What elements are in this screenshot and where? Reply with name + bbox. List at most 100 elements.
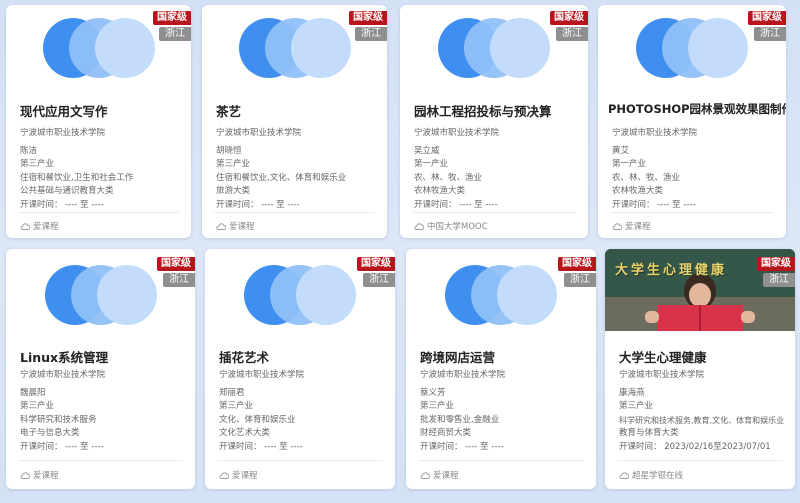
course-card[interactable]: 国家级 浙江 现代应用文写作 宁波城市职业技术学院 陈洁 第三产业 住宿和餐饮业…: [6, 5, 191, 238]
region-badge: 浙江: [159, 27, 191, 41]
course-card[interactable]: 国家级 浙江 跨境网店运营 宁波城市职业技术学院 蔡义芳 第三产业 批发和零售业…: [406, 249, 596, 489]
course-info: 宁波城市职业技术学院 胡晓恒 第三产业 住宿和餐饮业,文化、体育和娱乐业 旅游大…: [216, 127, 346, 213]
teacher-name: 康海燕: [619, 387, 645, 398]
industry-label: 第一产业: [612, 159, 647, 170]
course-title[interactable]: Linux系统管理: [20, 347, 108, 366]
course-card[interactable]: 国家级 浙江 插花艺术 宁波城市职业技术学院 郑丽君 第三产业 文化、体育和娱乐…: [205, 249, 395, 489]
field-label: 住宿和餐饮业,卫生和社会工作: [20, 172, 134, 183]
cloud-icon: [612, 223, 622, 230]
course-title[interactable]: 现代应用文写作: [20, 101, 108, 120]
divider: [18, 212, 179, 213]
teacher-name: 陈洁: [20, 145, 38, 156]
field-label: 农、林、牧、渔业: [612, 172, 681, 183]
course-title[interactable]: PHOTOSHOP园林景观效果图制作: [608, 101, 786, 117]
category-label: 农林牧渔大类: [612, 186, 664, 197]
category-label: 财经商贸大类: [420, 428, 472, 439]
school-name: 宁波城市职业技术学院: [20, 370, 106, 380]
school-name: 宁波城市职业技术学院: [216, 128, 302, 138]
region-badge: 浙江: [556, 27, 588, 41]
course-info: 宁波城市职业技术学院 吴立威 第一产业 农、林、牧、渔业 农林牧渔大类 开课时间…: [414, 127, 499, 213]
open-time: 开课时间： ---- 至 ----: [216, 199, 300, 210]
teacher-name: 吴立威: [414, 145, 440, 156]
course-card[interactable]: 国家级 浙江 PHOTOSHOP园林景观效果图制作 宁波城市职业技术学院 黄艾 …: [598, 5, 786, 238]
industry-label: 第三产业: [216, 159, 251, 170]
region-badge: 浙江: [355, 27, 387, 41]
level-badge: 国家级: [153, 11, 191, 25]
region-badge: 浙江: [163, 273, 195, 287]
region-badge: 浙江: [763, 273, 795, 287]
cloud-icon: [20, 223, 30, 230]
course-title[interactable]: 跨境网店运营: [420, 347, 495, 366]
course-card[interactable]: 国家级 浙江 茶艺 宁波城市职业技术学院 胡晓恒 第三产业 住宿和餐饮业,文化、…: [202, 5, 387, 238]
category-label: 文化艺术大类: [219, 428, 271, 439]
platform-link[interactable]: 爱课程: [216, 220, 255, 232]
field-label: 住宿和餐饮业,文化、体育和娱乐业: [216, 172, 347, 183]
category-label: 公共基础与通识教育大类: [20, 186, 114, 197]
region-badge: 浙江: [754, 27, 786, 41]
open-time: 开课时间： ---- 至 ----: [612, 199, 696, 210]
open-time: 开课时间： 2023/02/16至2023/07/01: [619, 441, 771, 452]
course-card[interactable]: 大学生心理健康 国家级 浙江 大学生心理健康 宁波城市职业技术学院 康海燕 第三…: [605, 249, 795, 489]
platform-link[interactable]: 超星学银在线: [619, 469, 683, 481]
course-card[interactable]: 国家级 浙江 园林工程招投标与预决算 宁波城市职业技术学院 吴立威 第一产业 农…: [400, 5, 588, 238]
platform-link[interactable]: 爱课程: [219, 469, 258, 481]
platform-link[interactable]: 中国大学MOOC: [414, 220, 488, 232]
open-time: 开课时间： ---- 至 ----: [20, 441, 104, 452]
divider: [18, 460, 183, 461]
teacher-name: 魏晨阳: [20, 387, 46, 398]
platform-link[interactable]: 爱课程: [20, 220, 59, 232]
course-info: 宁波城市职业技术学院 蔡义芳 第三产业 批发和零售业,金融业 财经商贸大类 开课…: [420, 369, 505, 455]
open-time: 开课时间： ---- 至 ----: [414, 199, 498, 210]
course-info: 宁波城市职业技术学院 陈洁 第三产业 住宿和餐饮业,卫生和社会工作 公共基础与通…: [20, 127, 133, 213]
category-label: 教育与体育大类: [619, 428, 679, 439]
school-name: 宁波城市职业技术学院: [612, 128, 698, 138]
school-name: 宁波城市职业技术学院: [20, 128, 106, 138]
cloud-icon: [216, 223, 226, 230]
course-title[interactable]: 茶艺: [216, 101, 241, 120]
divider: [610, 212, 774, 213]
course-card[interactable]: 国家级 浙江 Linux系统管理 宁波城市职业技术学院 魏晨阳 第三产业 科学研…: [6, 249, 195, 489]
field-label: 农、林、牧、渔业: [414, 172, 483, 183]
field-label: 科学研究和技术服务,教育,文化、体育和娱乐业: [619, 415, 785, 425]
cloud-icon: [414, 223, 424, 230]
field-label: 科学研究和技术服务: [20, 414, 97, 425]
course-info: 宁波城市职业技术学院 郑丽君 第三产业 文化、体育和娱乐业 文化艺术大类 开课时…: [219, 369, 304, 455]
teacher-name: 蔡义芳: [420, 387, 446, 398]
teacher-name: 郑丽君: [219, 387, 245, 398]
field-label: 文化、体育和娱乐业: [219, 414, 296, 425]
school-name: 宁波城市职业技术学院: [420, 370, 506, 380]
platform-link[interactable]: 爱课程: [20, 469, 59, 481]
cloud-icon: [420, 472, 430, 479]
industry-label: 第三产业: [420, 401, 455, 412]
level-badge: 国家级: [550, 11, 588, 25]
divider: [412, 212, 576, 213]
level-badge: 国家级: [157, 257, 195, 271]
field-label: 批发和零售业,金融业: [420, 414, 500, 425]
industry-label: 第三产业: [219, 401, 254, 412]
open-time: 开课时间： ---- 至 ----: [219, 441, 303, 452]
region-badge: 浙江: [564, 273, 596, 287]
platform-link[interactable]: 爱课程: [612, 220, 651, 232]
open-time: 开课时间： ---- 至 ----: [20, 199, 104, 210]
course-info: 宁波城市职业技术学院 康海燕 第三产业 科学研究和技术服务,教育,文化、体育和娱…: [619, 369, 784, 455]
cloud-icon: [20, 472, 30, 479]
level-badge: 国家级: [558, 257, 596, 271]
category-label: 旅游大类: [216, 186, 251, 197]
category-label: 电子与信息大类: [20, 428, 80, 439]
course-info: 宁波城市职业技术学院 魏晨阳 第三产业 科学研究和技术服务 电子与信息大类 开课…: [20, 369, 105, 455]
school-name: 宁波城市职业技术学院: [219, 370, 305, 380]
region-badge: 浙江: [363, 273, 395, 287]
course-title[interactable]: 园林工程招投标与预决算: [414, 101, 552, 120]
industry-label: 第三产业: [20, 159, 55, 170]
divider: [214, 212, 375, 213]
level-badge: 国家级: [357, 257, 395, 271]
teacher-name: 黄艾: [612, 145, 630, 156]
level-badge: 国家级: [757, 257, 795, 271]
course-title[interactable]: 插花艺术: [219, 347, 269, 366]
platform-link[interactable]: 爱课程: [420, 469, 459, 481]
level-badge: 国家级: [748, 11, 786, 25]
category-label: 农林牧渔大类: [414, 186, 466, 197]
course-title[interactable]: 大学生心理健康: [619, 347, 707, 366]
industry-label: 第一产业: [414, 159, 449, 170]
divider: [617, 460, 783, 461]
